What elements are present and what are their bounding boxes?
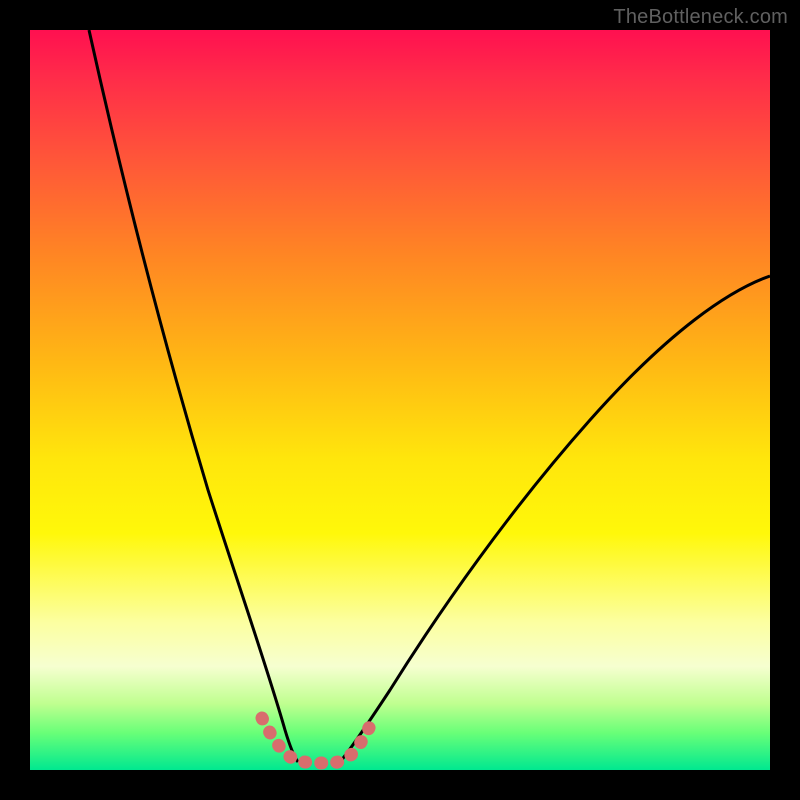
valley-highlight-curve: [262, 718, 374, 763]
chart-frame: TheBottleneck.com: [0, 0, 800, 800]
curve-layer: [30, 30, 770, 770]
left-descending-curve: [89, 30, 298, 762]
watermark-text: TheBottleneck.com: [613, 6, 788, 29]
right-ascending-curve: [340, 276, 770, 762]
plot-area: [30, 30, 770, 770]
